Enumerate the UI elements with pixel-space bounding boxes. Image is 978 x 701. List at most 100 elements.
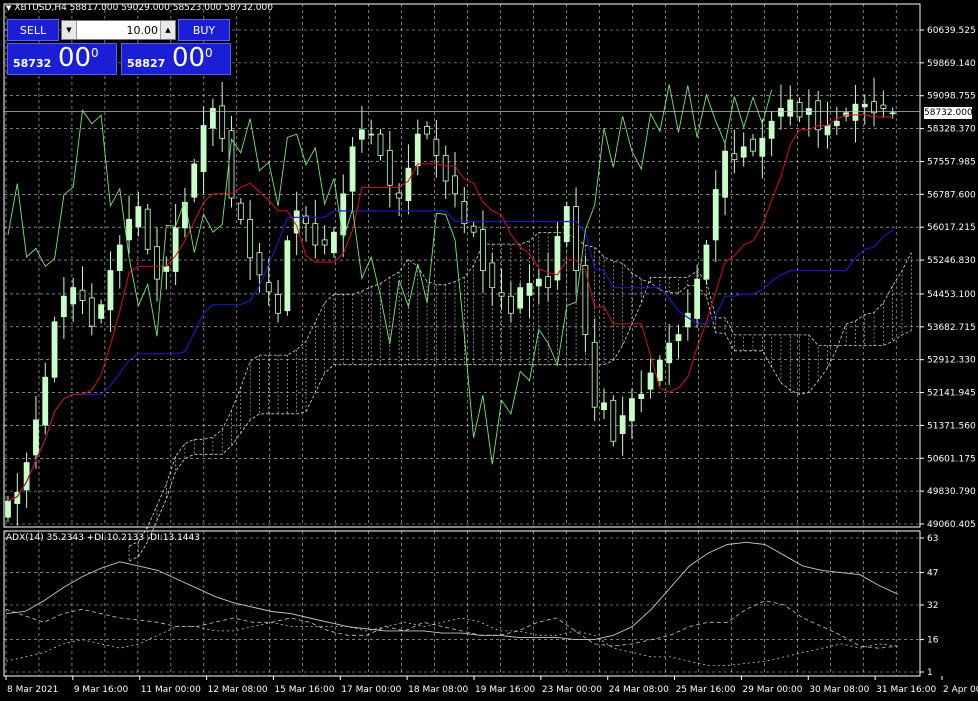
candle-body [424,125,430,135]
buy-price-big: 00 [172,43,206,73]
candle-body [135,206,142,228]
candle-body [452,175,458,195]
candle-body [889,112,896,115]
buy-price-main: 58827 [127,57,166,70]
candle-body [852,103,859,121]
candle-body [498,292,505,297]
sell-button[interactable]: SELL [7,19,59,41]
y-tick-label: 56017.215 [927,223,976,233]
tenkan-sen-line [7,114,893,502]
x-tick-label: 19 Mar 16:00 [475,685,535,695]
candle-body [312,223,319,246]
candle-body [405,167,412,202]
candle-body [33,419,39,456]
candle-body [629,398,635,422]
candle-body [703,244,710,280]
candle-body [42,376,49,426]
candle-body [619,415,626,434]
y-tick-label: 54453.100 [927,290,976,300]
x-tick-label: 11 Mar 00:00 [141,685,201,695]
buy-button[interactable]: BUY [178,19,230,41]
chart-grid [4,4,920,676]
y-tick-label: 51371.560 [927,421,976,431]
price-chart[interactable]: 60639.525 59869.140 59098.755 58328.370 5755… [0,0,978,701]
x-tick-label: 24 Mar 08:00 [609,685,669,695]
candle-body [470,225,477,233]
candle-body [591,341,598,408]
candle-body [610,399,617,442]
lot-size-input[interactable] [78,22,158,38]
adx-indicator-label: ADX(14) 35.2343 +DI:10.2133 -DI:13.1443 [6,533,200,543]
sell-price-box[interactable]: 58732 00 0 [7,43,117,75]
candle-body [331,231,337,254]
candle-body [461,201,468,225]
y-tick-label: 55246.830 [927,256,976,266]
candle-body [349,146,356,192]
candle-body [368,133,375,136]
candle-body [414,133,421,167]
candle-body [88,297,95,327]
candle-body [386,149,393,186]
candle-body [60,295,67,318]
y-tick-label: 49060.405 [927,520,976,530]
candle-body [638,393,645,399]
candle-body [126,219,132,241]
candle-body [666,342,673,364]
candle-body [200,125,207,173]
sell-price-sup: 0 [91,46,99,60]
sub-y-tick-label: 32 [927,601,938,611]
candle-body [545,276,552,289]
y-tick-label: 49830.790 [927,487,976,497]
candle-body [172,227,179,272]
main-frame [3,3,921,528]
candle-body [247,219,254,259]
x-tick-label: 18 Mar 08:00 [408,685,468,695]
candle-body [880,104,887,109]
x-tick-label: 8 Mar 2021 [7,685,58,695]
candle-body [489,262,496,289]
senkou-span-a [128,232,912,547]
candle-body [433,138,440,156]
x-tick-label: 15 Mar 16:00 [274,685,334,695]
candle-body [694,278,701,319]
sub-y-tick-label: 63 [927,534,938,544]
x-tick-label: 9 Mar 16:00 [74,685,129,695]
chart-title: ▼ XBTUSD,H4 58817.000 59029.000 58523.000… [6,3,273,13]
candle-body [5,500,11,518]
x-tick-label: 30 Mar 08:00 [809,685,869,695]
candle-body [442,155,449,182]
decrease-lot-icon[interactable]: ▼ [62,21,77,39]
candle-body [358,129,365,140]
candle-body [731,153,738,161]
y-tick-label: 60639.525 [927,26,976,36]
candle-body [759,137,766,157]
candle-body [284,240,291,312]
candle-body [275,294,281,314]
candle-body [740,146,747,158]
candle-body [507,295,514,314]
x-tick-label: 23 Mar 00:00 [542,685,602,695]
candle-body [163,265,170,272]
y-tick-label: 56787.600 [927,190,976,200]
candle-body [656,359,663,382]
candle-body [237,202,244,220]
candle-body [861,103,868,108]
candle-body [265,282,272,293]
y-tick-label: 52141.945 [927,389,976,399]
candle-body [778,108,784,117]
buy-price-box[interactable]: 58827 00 0 [121,43,231,75]
kijun-sen-line [7,210,894,502]
candle-body [191,163,198,198]
chevron-down-icon[interactable]: ▼ [6,4,11,12]
increase-lot-icon[interactable]: ▲ [160,21,175,39]
chart-axes: 60639.525 59869.140 59098.755 58328.370 5755… [3,3,978,695]
sub-y-tick-label: 1 [927,668,933,678]
y-tick-label: 59098.755 [927,92,976,102]
symbol-ohlc-line: XBTUSD,H4 58817.000 59029.000 58523.000 … [14,3,273,13]
candle-body [554,236,561,281]
candle-body [675,334,682,341]
current-price-tag: 58732.000 [924,107,973,119]
candle-body [563,206,570,242]
sub-y-tick-label: 47 [927,569,938,579]
lot-size-stepper[interactable]: ▼ ▲ [61,20,176,40]
